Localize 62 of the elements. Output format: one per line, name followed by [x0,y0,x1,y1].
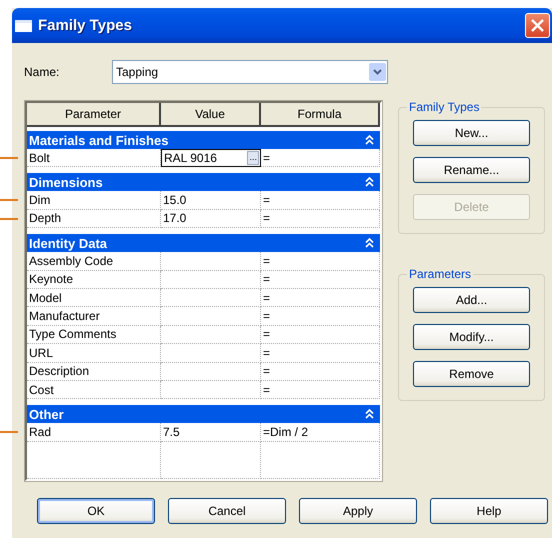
section-title: Dimensions [29,174,103,190]
parameter-cell: Cost [27,380,161,400]
collapse-chevron-icon[interactable] [365,409,374,420]
section-title: Identity Data [29,236,108,251]
value-cell: 15.0 [161,191,261,210]
formula-cell: = [261,252,380,271]
parameter-cell: Depth [27,210,161,228]
browse-button[interactable]: ... [247,151,259,166]
collapse-chevron-icon[interactable] [365,135,374,145]
value-cell: 7.5 [161,423,261,442]
formula-cell: =Dim / 2 [261,423,380,442]
value-cell: 17.0 [161,210,261,228]
parameter-cell: Description [27,362,161,381]
formula-cell: = [261,380,380,400]
collapse-chevron-icon[interactable] [365,238,374,248]
window-title: Family Types [38,17,133,34]
group-title: Family Types [407,100,482,114]
section-title: Materials and Finishes [29,132,168,148]
dialog-button[interactable]: Cancel [168,498,286,524]
formula-cell: = [261,344,380,363]
collapse-chevron-icon[interactable] [365,177,374,188]
formula-cell: = [261,149,380,168]
formula-cell: = [261,307,380,326]
formula-cell: = [261,362,380,381]
formula-cell: = [261,326,380,344]
parameter-cell: Manufacturer [27,307,161,326]
section-header[interactable]: Materials and Finishes [27,131,380,149]
parameter-cell: URL [27,344,161,363]
parameter-cell: Dim [27,191,161,210]
parameter-cell: Type Comments [27,326,161,344]
section-header[interactable]: Other [27,405,380,424]
dialog-button[interactable]: Apply [299,498,417,524]
default-button[interactable]: OK [37,498,155,524]
section-title: Other [29,406,64,422]
value-field[interactable]: RAL 9016 ... [161,149,261,168]
parameter-cell: Rad [27,423,161,442]
group-title: Parameters [407,267,474,281]
dialog-button[interactable]: Help [430,498,548,524]
dropdown-chevron-icon[interactable] [369,63,386,81]
value-text: RAL 9016 [164,151,217,166]
parameter-cell: Model [27,288,161,308]
column-header: Formula [261,103,380,127]
parameter-cell: Assembly Code [27,252,161,271]
action-button[interactable]: Modify... [413,324,530,350]
formula-cell: = [261,210,380,228]
name-dropdown[interactable]: Tapping [112,60,388,84]
action-button[interactable]: Rename... [413,157,530,183]
close-button[interactable] [525,13,550,38]
column-header: Parameter [27,103,161,127]
action-button[interactable]: New... [413,120,530,146]
section-header[interactable]: Dimensions [27,173,380,192]
column-header: Value [161,103,261,127]
window-icon [15,20,32,32]
section-header[interactable]: Identity Data [27,234,380,252]
action-button[interactable]: Remove [413,361,530,387]
name-label: Name: [24,65,60,79]
formula-cell: = [261,191,380,210]
formula-cell: = [261,288,380,308]
parameter-cell: Keynote [27,270,161,289]
formula-cell: = [261,270,380,289]
action-button[interactable]: Add... [413,287,530,313]
parameter-cell: Bolt [27,149,161,168]
